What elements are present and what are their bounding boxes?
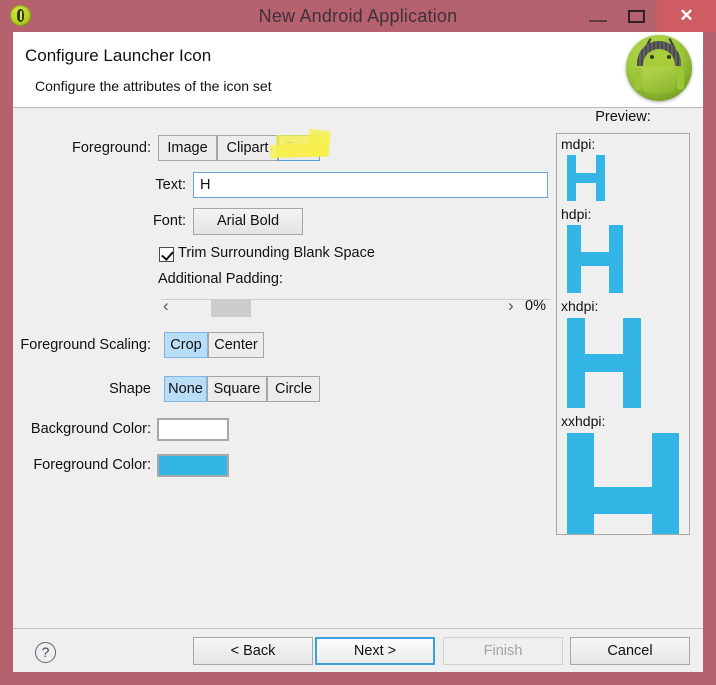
font-button[interactable]: Arial Bold <box>193 208 303 235</box>
padding-slider-thumb[interactable] <box>211 299 251 317</box>
close-icon: ✕ <box>679 6 694 25</box>
foreground-option-text[interactable]: Text <box>278 135 320 161</box>
back-button[interactable]: < Back <box>193 637 313 665</box>
title-bar: New Android Application ✕ <box>0 0 716 32</box>
wizard-header: Configure Launcher Icon Configure the at… <box>13 32 703 108</box>
foreground-color-label: Foreground Color: <box>33 457 151 473</box>
shape-label: Shape <box>109 381 151 397</box>
preview-density-label-mdpi: mdpi: <box>561 136 596 152</box>
maximize-button[interactable] <box>620 0 654 32</box>
maximize-icon <box>628 10 645 23</box>
foreground-color-swatch[interactable] <box>157 454 229 477</box>
foreground-scaling-label: Foreground Scaling: <box>20 337 151 353</box>
preview-glyph-xhdpi <box>567 318 641 408</box>
foreground-label: Foreground: <box>72 140 151 156</box>
text-input[interactable]: H <box>193 172 548 198</box>
robot-eye-right <box>667 55 671 59</box>
text-label: Text: <box>155 177 186 193</box>
robot-arm-right <box>677 68 684 90</box>
minimize-button[interactable] <box>581 0 615 32</box>
close-button[interactable]: ✕ <box>657 0 716 32</box>
slider-left-arrow-icon[interactable]: ‹ <box>163 297 169 315</box>
minimize-icon <box>589 20 607 22</box>
new-android-application-window: New Android Application ✕ Configure Laun… <box>0 0 716 685</box>
scaling-option-crop[interactable]: Crop <box>164 332 208 358</box>
shape-option-square[interactable]: Square <box>207 376 267 402</box>
additional-padding-label: Additional Padding: <box>158 271 283 287</box>
background-color-label: Background Color: <box>30 421 151 437</box>
preview-density-label-hdpi: hdpi: <box>561 206 592 222</box>
shape-option-none[interactable]: None <box>164 376 207 402</box>
android-robot-logo-icon <box>626 35 692 101</box>
preview-density-label-xhdpi: xhdpi: <box>561 298 599 314</box>
scaling-option-center[interactable]: Center <box>208 332 264 358</box>
robot-body <box>643 67 675 93</box>
font-label: Font: <box>152 213 186 229</box>
preview-glyph-mdpi <box>567 155 605 201</box>
padding-value: 0% <box>525 298 546 314</box>
preview-panel: mdpi: hdpi: xhdpi: xxhdpi: <box>556 133 690 535</box>
cancel-button[interactable]: Cancel <box>570 637 690 665</box>
page-subtitle: Configure the attributes of the icon set <box>35 78 272 94</box>
page-title: Configure Launcher Icon <box>25 46 212 65</box>
slider-right-arrow-icon[interactable]: › <box>508 297 514 315</box>
foreground-option-clipart[interactable]: Clipart <box>217 135 278 161</box>
finish-button: Finish <box>443 637 563 665</box>
preview-density-label-xxhdpi: xxhdpi: <box>561 413 606 429</box>
foreground-option-image[interactable]: Image <box>158 135 217 161</box>
wizard-footer: ? < Back Next > Finish Cancel <box>13 628 703 672</box>
shape-option-circle[interactable]: Circle <box>267 376 320 402</box>
robot-arm-left <box>634 68 641 90</box>
trim-checkbox[interactable] <box>159 247 174 262</box>
robot-eye-left <box>650 55 654 59</box>
help-icon[interactable]: ? <box>35 642 56 663</box>
preview-glyph-hdpi <box>567 225 623 293</box>
preview-glyph-xxhdpi <box>567 433 679 534</box>
preview-label: Preview: <box>595 109 651 125</box>
wizard-body: Foreground: Image Clipart Text Text: H F… <box>13 108 703 628</box>
background-color-swatch[interactable] <box>157 418 229 441</box>
trim-label: Trim Surrounding Blank Space <box>178 245 375 261</box>
next-button[interactable]: Next > <box>315 637 435 665</box>
dialog-client-area: Configure Launcher Icon Configure the at… <box>13 32 703 672</box>
